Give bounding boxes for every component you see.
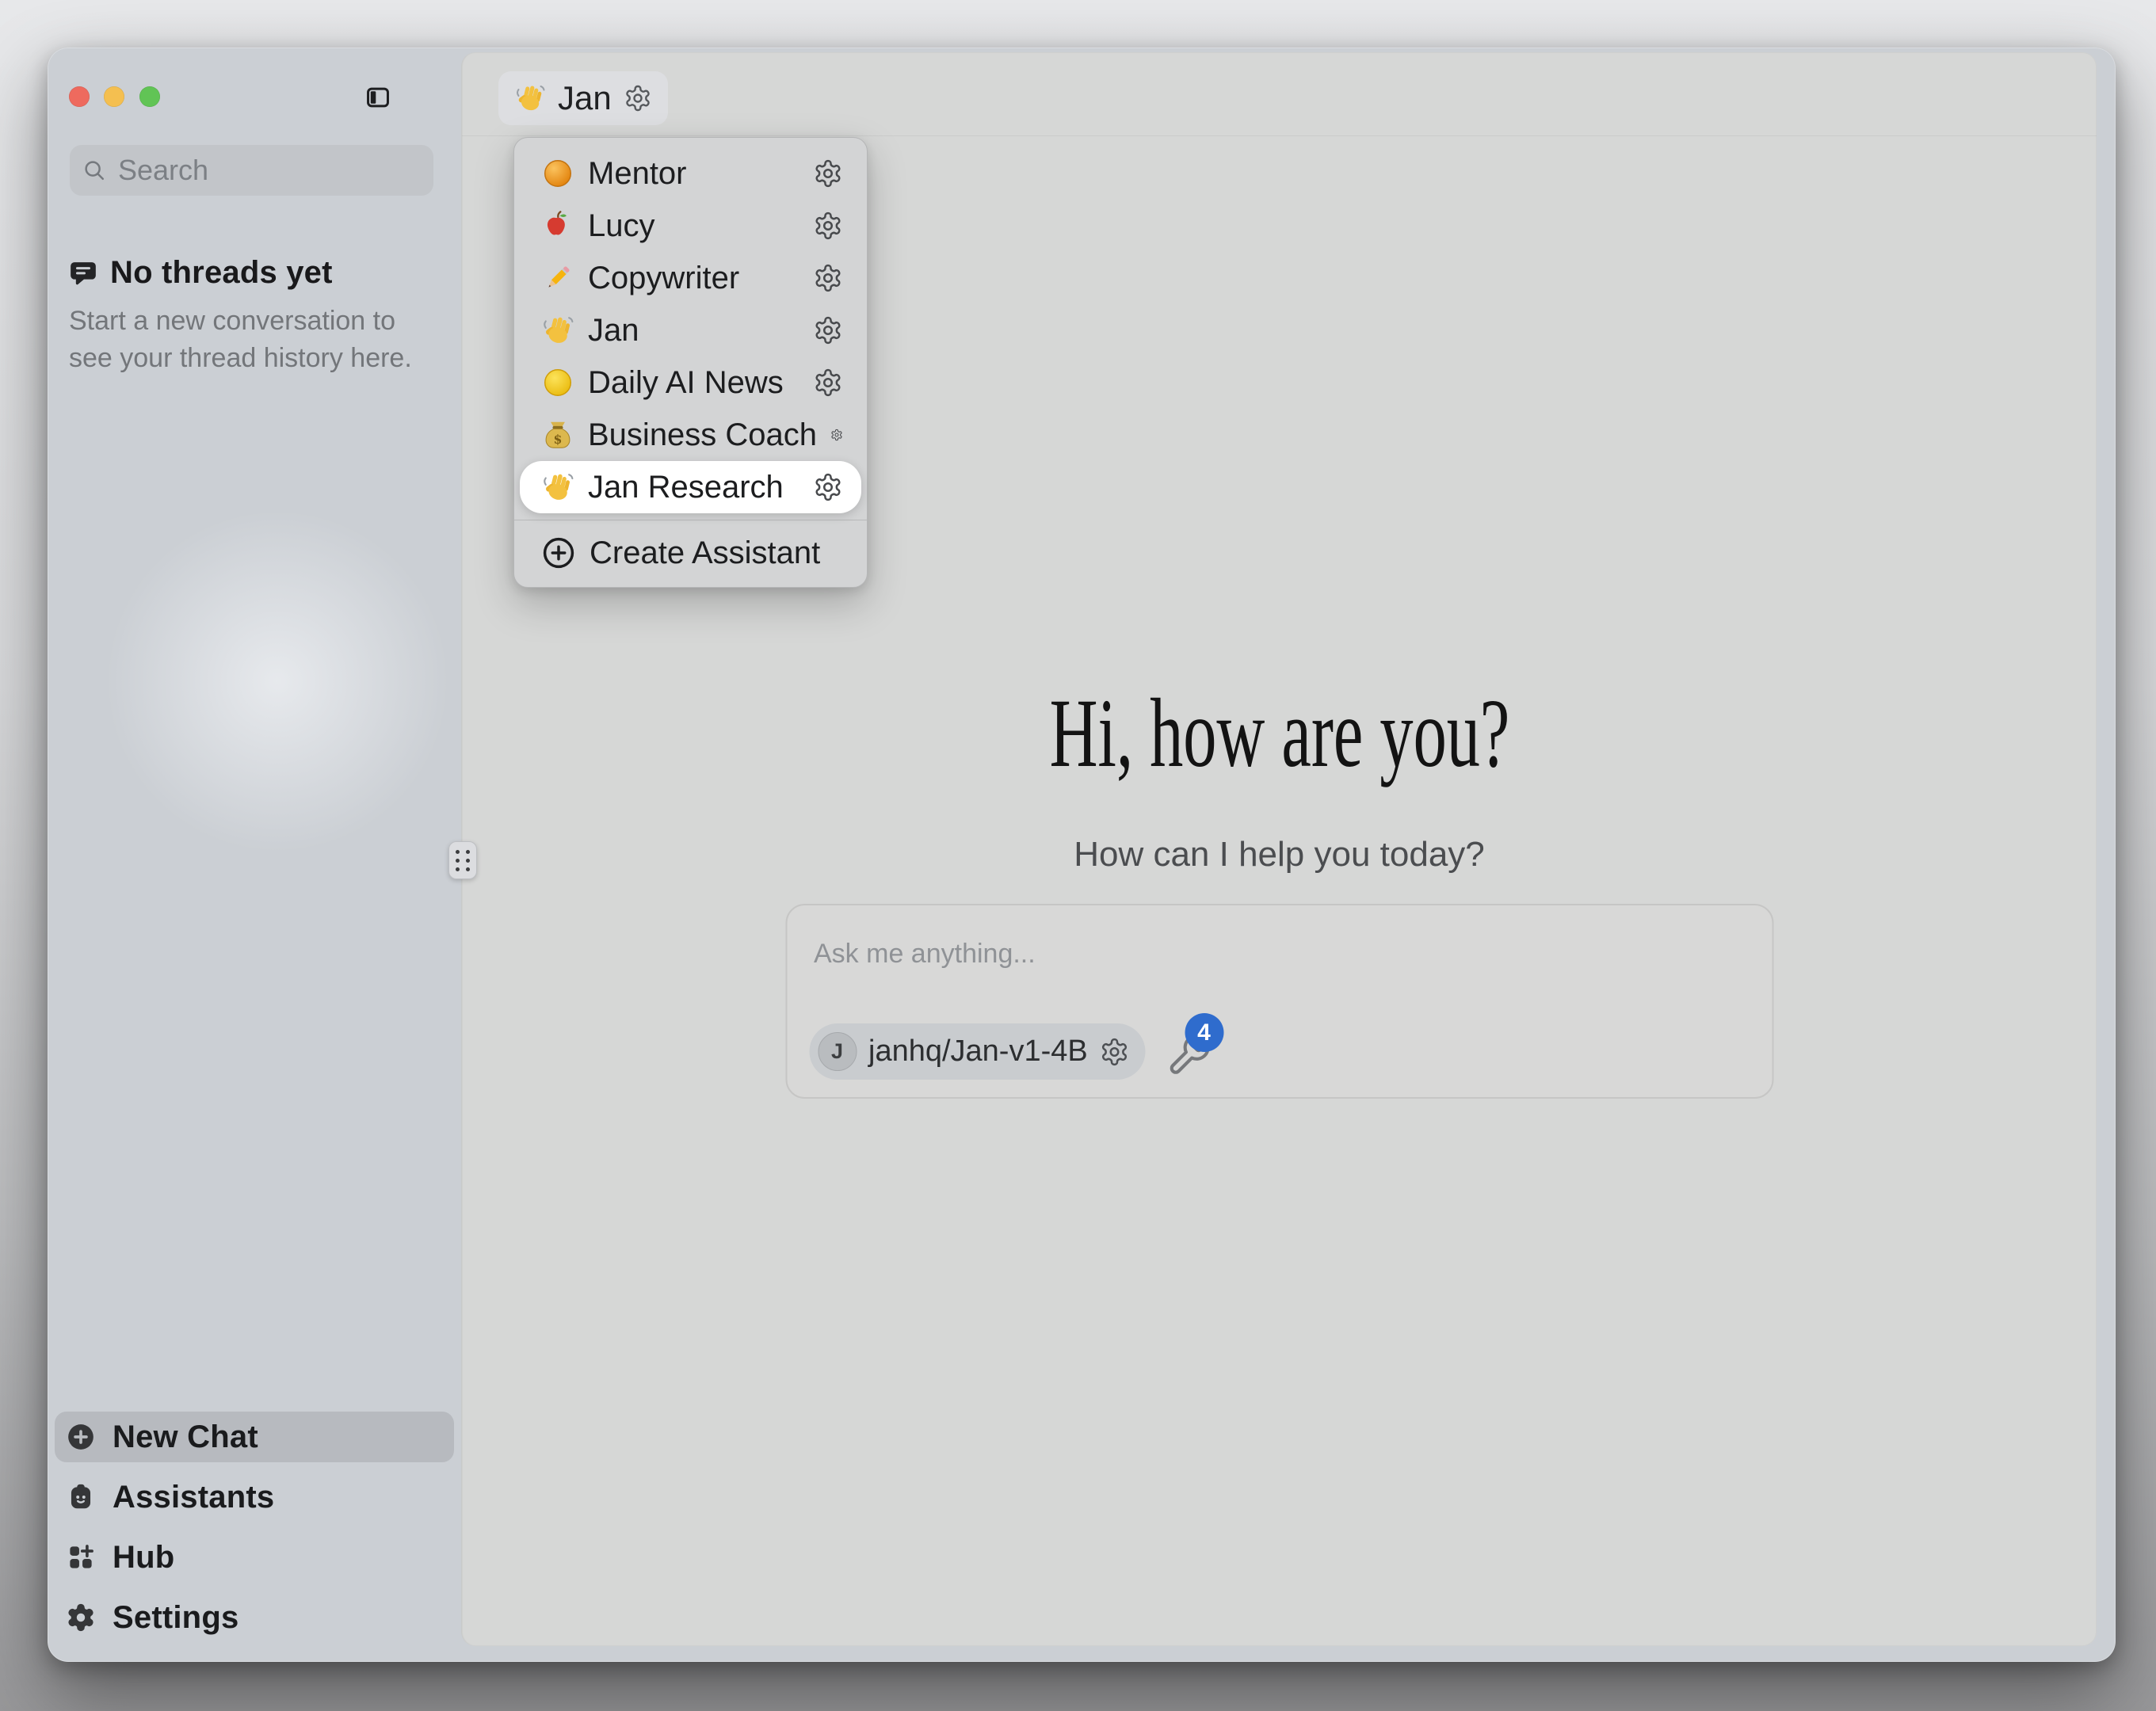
menu-item-lucy[interactable]: Lucy — [514, 200, 867, 252]
current-assistant-name: Jan — [558, 79, 612, 117]
money-bag-emoji-icon — [541, 418, 574, 452]
gear-icon[interactable] — [813, 368, 843, 398]
search-input[interactable] — [116, 153, 488, 188]
wave-emoji-icon — [514, 82, 546, 114]
search-bar[interactable] — [70, 145, 433, 196]
create-assistant-button[interactable]: Create Assistant — [514, 527, 867, 579]
tools-count-badge: 4 — [1185, 1013, 1223, 1052]
close-window-button[interactable] — [69, 86, 90, 107]
gear-icon[interactable] — [813, 315, 843, 345]
menu-item-mentor[interactable]: Mentor — [514, 147, 867, 200]
gear-icon[interactable] — [830, 420, 843, 450]
chat-input-placeholder[interactable]: Ask me anything... — [814, 939, 1036, 970]
gear-icon[interactable] — [813, 472, 843, 502]
main-header — [462, 52, 2097, 136]
sidebar-item-new-chat[interactable]: New Chat — [55, 1412, 454, 1462]
model-name: janhq/Jan-v1-4B — [868, 1035, 1088, 1069]
chat-composer[interactable]: Ask me anything... J janhq/Jan-v1-4B 4 — [785, 904, 1773, 1099]
wave-emoji-icon — [541, 471, 574, 504]
menu-item-daily-ai-news[interactable]: Daily AI News — [514, 356, 867, 409]
menu-item-label: Mentor — [588, 156, 687, 192]
plus-circle-icon — [541, 535, 576, 570]
grip-dots-icon — [456, 850, 470, 871]
menu-item-label: Lucy — [588, 208, 655, 244]
orange-circle-emoji-icon — [541, 157, 574, 190]
wave-emoji-icon — [541, 314, 574, 347]
nav-label: Assistants — [113, 1480, 274, 1515]
menu-item-jan[interactable]: Jan — [514, 304, 867, 356]
menu-item-copywriter[interactable]: Copywriter — [514, 252, 867, 304]
menu-item-label: Jan — [588, 313, 639, 349]
assistant-selector-button[interactable]: Jan — [498, 71, 668, 125]
hub-icon — [66, 1542, 96, 1572]
menu-item-jan-research[interactable]: Jan Research — [520, 461, 861, 513]
menu-item-label: Daily AI News — [588, 365, 784, 401]
empty-state-description: Start a new conversation to see your thr… — [69, 303, 427, 377]
gear-icon — [66, 1602, 96, 1633]
model-settings-gear-icon[interactable] — [1100, 1037, 1130, 1067]
nav-label: Settings — [113, 1600, 238, 1636]
assistant-dropdown-menu: Mentor Lucy Copywriter Jan Daily AI News — [513, 137, 868, 588]
sidebar-toggle-button[interactable] — [364, 84, 391, 111]
gear-icon[interactable] — [813, 158, 843, 189]
gear-icon[interactable] — [813, 263, 843, 293]
nav-label: Hub — [113, 1540, 174, 1576]
panel-left-icon — [364, 84, 391, 111]
gear-icon[interactable] — [813, 211, 843, 241]
desktop-background: No threads yet Start a new conversation … — [0, 0, 2156, 1711]
create-assistant-label: Create Assistant — [590, 535, 820, 571]
model-selector-button[interactable]: J janhq/Jan-v1-4B — [809, 1023, 1146, 1080]
app-window: No threads yet Start a new conversation … — [48, 48, 2116, 1662]
sidebar-item-assistants[interactable]: Assistants — [55, 1472, 454, 1522]
sidebar-item-hub[interactable]: Hub — [55, 1532, 454, 1583]
nav-label: New Chat — [113, 1419, 258, 1455]
empty-state-title: No threads yet — [110, 255, 333, 291]
minimize-window-button[interactable] — [104, 86, 124, 107]
pencil-emoji-icon — [541, 261, 574, 295]
sidebar-item-settings[interactable]: Settings — [55, 1592, 454, 1643]
zoom-window-button[interactable] — [139, 86, 160, 107]
sidebar-nav: New Chat Assistants Hub Settings — [55, 1412, 454, 1643]
menu-item-label: Business Coach — [588, 417, 817, 453]
search-icon — [82, 158, 106, 182]
menu-item-business-coach[interactable]: Business Coach — [514, 409, 867, 461]
plus-circle-icon — [66, 1422, 96, 1452]
message-bubble-icon — [68, 258, 98, 288]
sidebar-resize-handle[interactable] — [448, 841, 477, 879]
assistant-robot-icon — [66, 1482, 96, 1512]
yellow-circle-emoji-icon — [541, 366, 574, 399]
apple-emoji-icon — [541, 209, 574, 242]
greeting-title: Hi, how are you? — [462, 682, 2097, 785]
menu-item-label: Jan Research — [588, 470, 784, 505]
empty-state-header: No threads yet — [68, 255, 333, 291]
menu-item-label: Copywriter — [588, 261, 739, 296]
greeting-subtitle: How can I help you today? — [462, 835, 2097, 875]
model-avatar: J — [818, 1032, 857, 1071]
gear-icon[interactable] — [624, 84, 652, 112]
